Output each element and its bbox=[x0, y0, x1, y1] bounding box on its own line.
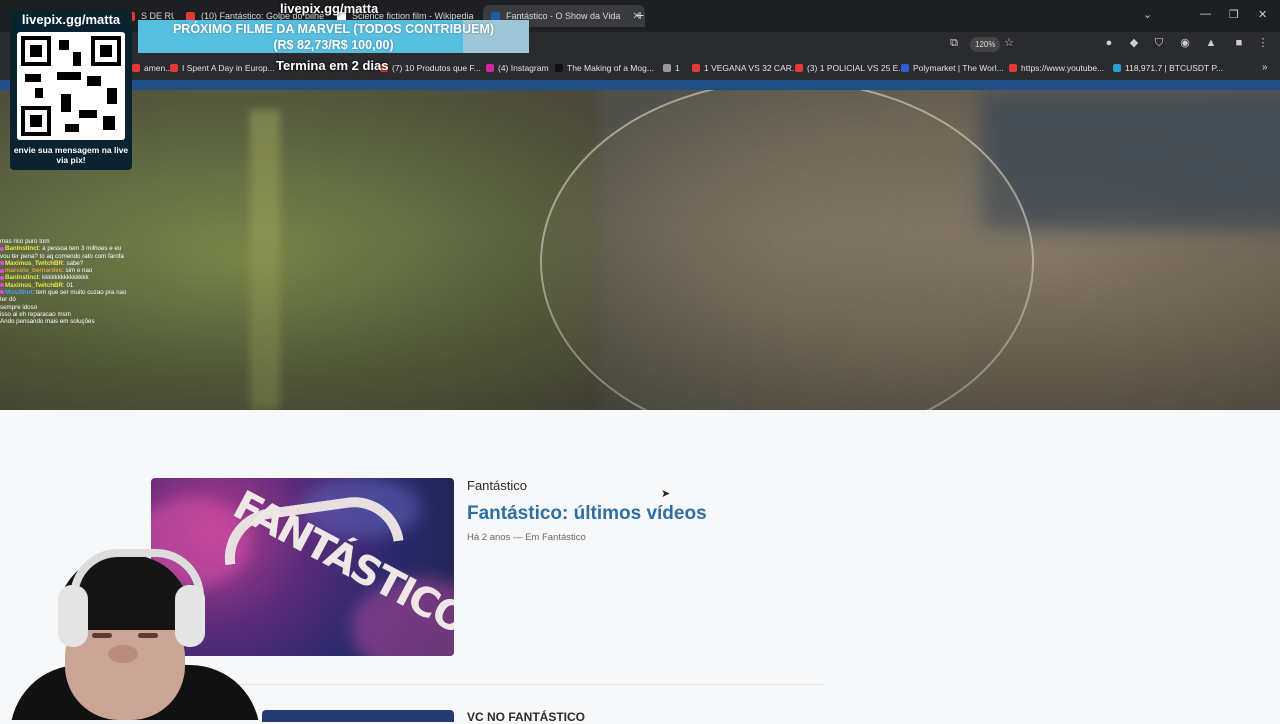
goal-timer: Termina em 2 dias bbox=[276, 58, 389, 73]
qr-code-icon bbox=[17, 32, 125, 140]
bookmark-item[interactable]: (4) Instagram bbox=[486, 63, 549, 73]
bookmark-favicon-icon bbox=[1009, 64, 1017, 72]
bookmark-label: https://www.youtube... bbox=[1021, 63, 1105, 73]
chat-message: marcelo_bernardes: sim e nao bbox=[0, 267, 132, 274]
bookmark-favicon-icon bbox=[795, 64, 803, 72]
extension-red-icon[interactable]: ■ bbox=[1233, 37, 1245, 49]
article-meta: Há 2 anos — Em Fantástico bbox=[467, 532, 586, 543]
chat-username: marcelo_bernardes bbox=[5, 267, 63, 275]
article-category[interactable]: Fantástico bbox=[467, 478, 527, 493]
chat-text: sim e nao bbox=[65, 267, 93, 275]
bookmark-item[interactable]: (3) 1 POLICIAL VS 25 E... bbox=[795, 63, 905, 73]
bookmark-item[interactable]: I Spent A Day in Europ... bbox=[170, 63, 275, 73]
chat-text: kkkkkkkkkkkkkkk bbox=[42, 274, 89, 282]
bookmark-item[interactable]: Polymarket | The Worl... bbox=[901, 63, 1004, 73]
chat-message: isso ai eh reparacao msm bbox=[0, 311, 132, 318]
bookmark-item[interactable]: amen... bbox=[132, 63, 172, 73]
bookmark-label: (4) Instagram bbox=[498, 63, 549, 73]
next-article-category[interactable]: VC NO FANTÁSTICO bbox=[467, 710, 585, 724]
chat-username: MizuShot bbox=[5, 289, 33, 297]
bookmark-favicon-icon bbox=[663, 64, 671, 72]
install-icon[interactable]: ⧉ bbox=[948, 37, 960, 49]
shield-icon[interactable]: ⛉ bbox=[1153, 37, 1165, 49]
new-tab-button[interactable]: + bbox=[636, 7, 644, 23]
chat-username: Maximus_TwitchBR bbox=[5, 281, 63, 289]
bookmarks-more-icon[interactable]: » bbox=[1262, 62, 1268, 73]
badge-icon bbox=[0, 246, 4, 251]
bookmark-label: 1 VEGANA VS 32 CAR... bbox=[704, 63, 799, 73]
goal-title: PRÓXIMO FILME DA MARVEL (TODOS CONTRIBUE… bbox=[172, 22, 495, 36]
extension-a-icon[interactable]: ▲ bbox=[1205, 37, 1217, 49]
badge-icon bbox=[0, 290, 4, 295]
chat-text: sabe? bbox=[66, 259, 84, 267]
qr-footer: envie sua mensagem na live via pix! bbox=[13, 145, 129, 165]
bookmark-item[interactable]: 1 VEGANA VS 32 CAR... bbox=[692, 63, 799, 73]
stream-chat: mas rico puro tom BanInstinct: a pessoa t… bbox=[0, 238, 132, 326]
chat-message: BanInstinct: a pessoa tem 3 milhoes e eu… bbox=[0, 245, 124, 260]
bookmark-label: amen... bbox=[144, 63, 173, 73]
extension-icon[interactable]: ◆ bbox=[1128, 37, 1140, 49]
minimize-button[interactable]: — bbox=[1200, 8, 1211, 20]
chat-username: BanInstinct bbox=[5, 245, 39, 253]
qr-header: livepix.gg/matta bbox=[21, 12, 121, 27]
bookmark-label: 1 bbox=[675, 63, 680, 73]
site-header bbox=[0, 80, 1280, 90]
zoom-indicator[interactable]: 120% bbox=[970, 37, 1001, 52]
goal-amount: (R$ 82,73/R$ 100,00) bbox=[273, 38, 394, 52]
bookmark-item[interactable]: 118,971.7 | BTCUSDT P... bbox=[1113, 63, 1223, 73]
bookmark-favicon-icon bbox=[1113, 64, 1121, 72]
webcam-feed bbox=[0, 545, 262, 720]
bookmark-label: (7) 10 Produtos que F... bbox=[392, 63, 481, 73]
chat-text: isso ai eh reparacao msm bbox=[0, 310, 71, 318]
restore-button[interactable]: ❐ bbox=[1229, 8, 1239, 21]
chat-username: BanInstinct bbox=[5, 274, 39, 282]
mouse-cursor-icon: ➤ bbox=[661, 488, 671, 500]
badge-icon bbox=[0, 261, 4, 266]
bookmark-favicon-icon bbox=[555, 64, 563, 72]
stream-handle: livepix.gg/matta bbox=[280, 1, 379, 16]
bookmark-item[interactable]: 1 bbox=[663, 63, 680, 73]
bookmark-item[interactable]: The Making of a Mog... bbox=[555, 63, 654, 73]
bookmark-favicon-icon bbox=[901, 64, 909, 72]
chat-message: Maximus_TwitchBR: sabe? bbox=[0, 260, 132, 267]
badge-icon bbox=[0, 268, 4, 273]
bookmark-label: (3) 1 POLICIAL VS 25 E... bbox=[807, 63, 906, 73]
chat-message: Maximus_TwitchBR: 01 bbox=[0, 282, 132, 289]
chat-username: Maximus_TwitchBR bbox=[5, 259, 63, 267]
bookmark-favicon-icon bbox=[486, 64, 494, 72]
bookmark-favicon-icon bbox=[170, 64, 178, 72]
bookmark-favicon-icon bbox=[692, 64, 700, 72]
bookmark-star-icon[interactable]: ☆ bbox=[1003, 37, 1015, 49]
menu-icon[interactable]: ⋮ bbox=[1257, 37, 1269, 49]
extension-purple-icon[interactable]: ◉ bbox=[1179, 37, 1191, 49]
chat-text: 01 bbox=[66, 281, 74, 289]
chat-text: sempre idoso bbox=[0, 303, 38, 311]
bookmark-item[interactable]: https://www.youtube... bbox=[1009, 63, 1104, 73]
hero-video[interactable] bbox=[0, 90, 1280, 410]
chat-message: mas rico puro tom bbox=[0, 238, 132, 245]
bookmark-label: The Making of a Mog... bbox=[567, 63, 654, 73]
bookmark-label: Polymarket | The Worl... bbox=[913, 63, 1004, 73]
chat-message: Ando pensando mais em soluções bbox=[0, 318, 132, 325]
bookmark-item[interactable]: (7) 10 Produtos que F... bbox=[380, 63, 481, 73]
article-title[interactable]: Fantástico: últimos vídeos bbox=[467, 503, 707, 525]
chat-message: BanInstinct: kkkkkkkkkkkkkkk bbox=[0, 274, 132, 281]
chat-text: mas rico puro tom bbox=[0, 238, 50, 245]
bookmark-label: 118,971.7 | BTCUSDT P... bbox=[1125, 63, 1224, 73]
badge-icon bbox=[0, 275, 4, 280]
chat-text: Ando pensando mais em soluções bbox=[0, 318, 95, 326]
chat-message: MizuShot: tem que ser muito cuzao pra na… bbox=[0, 289, 127, 304]
close-window-button[interactable]: ✕ bbox=[1258, 8, 1267, 21]
tab-list-icon[interactable]: ⌄ bbox=[1143, 8, 1152, 21]
chat-message: sempre idoso bbox=[0, 304, 132, 311]
badge-icon bbox=[0, 283, 4, 288]
bookmark-label: I Spent A Day in Europ... bbox=[182, 63, 275, 73]
goal-text: PRÓXIMO FILME DA MARVEL (TODOS CONTRIBUE… bbox=[138, 21, 529, 53]
next-article-thumbnail[interactable] bbox=[262, 710, 454, 722]
extension-g-icon[interactable]: ● bbox=[1103, 37, 1115, 49]
bookmark-favicon-icon bbox=[132, 64, 140, 72]
